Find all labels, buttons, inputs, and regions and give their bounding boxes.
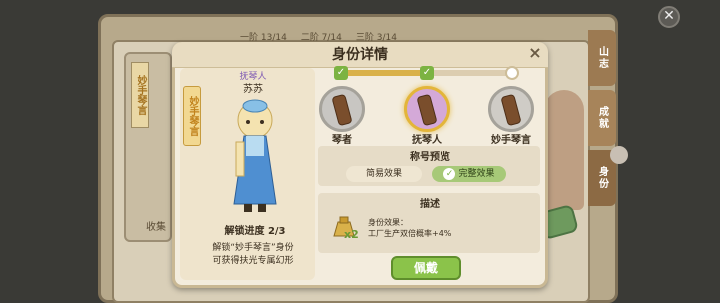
guqin-icon — [416, 93, 438, 127]
guqin-icon — [500, 93, 522, 127]
identity-label-miaoshouqinyan: 妙手琴言 — [491, 135, 531, 146]
unlock-description: 解锁“妙手琴言”身份 可获得扶光专属幻形 — [188, 242, 318, 270]
background-character-figure — [544, 90, 584, 210]
check-icon: ✓ — [443, 168, 456, 180]
guqin-icon — [331, 93, 353, 127]
unlock-desc-line1: 解锁“妙手琴言”身份 — [212, 243, 294, 253]
effect-multiplier: x2 — [344, 228, 359, 241]
modal-title: 身份详情 — [332, 47, 388, 63]
identity-label-fuqinren: 抚琴人 — [412, 135, 442, 146]
description-line1: 身份效果： — [368, 218, 408, 227]
description-line2: 工厂生产双倍概率+4% — [368, 229, 452, 238]
description-text: 身份效果： 工厂生产双倍概率+4% — [368, 217, 528, 239]
simple-effect-button[interactable]: 简易效果 — [346, 166, 422, 182]
character-portrait — [233, 99, 277, 212]
check-icon: ✓ — [420, 66, 434, 80]
title-preview-heading: 称号预览 — [410, 152, 450, 163]
identity-qinzhe[interactable] — [319, 86, 365, 132]
identity-fuqinren[interactable] — [404, 86, 450, 132]
tab-mountain-records[interactable]: 山志 — [588, 30, 616, 86]
identity-miaoshouqinyan[interactable] — [488, 86, 534, 132]
character-title-tag: 妙手琴言 — [183, 86, 201, 146]
locked-node-icon — [505, 66, 519, 80]
unlock-progress: 解锁进度 2/3 — [224, 226, 286, 237]
screen-close-icon[interactable]: ✕ — [658, 6, 680, 28]
close-icon[interactable]: × — [526, 44, 544, 62]
unlock-desc-line2: 可获得扶光专属幻形 — [212, 256, 294, 266]
character-name: 苏苏 — [243, 84, 263, 95]
full-effect-button[interactable]: ✓ 完整效果 — [432, 166, 506, 182]
cat-face-icon — [610, 146, 628, 164]
identity-track-fill — [340, 70, 430, 76]
wear-button[interactable]: 佩戴 — [391, 256, 461, 280]
background-collect-label: 收集 — [146, 222, 166, 233]
tab-achievements[interactable]: 成就 — [588, 90, 616, 146]
background-card-tag: 妙手琴言 — [131, 62, 149, 128]
full-effect-label: 完整效果 — [458, 169, 495, 179]
description-heading: 描述 — [420, 199, 440, 210]
check-icon: ✓ — [334, 66, 348, 80]
identity-label-qinzhe: 琴者 — [332, 135, 352, 146]
